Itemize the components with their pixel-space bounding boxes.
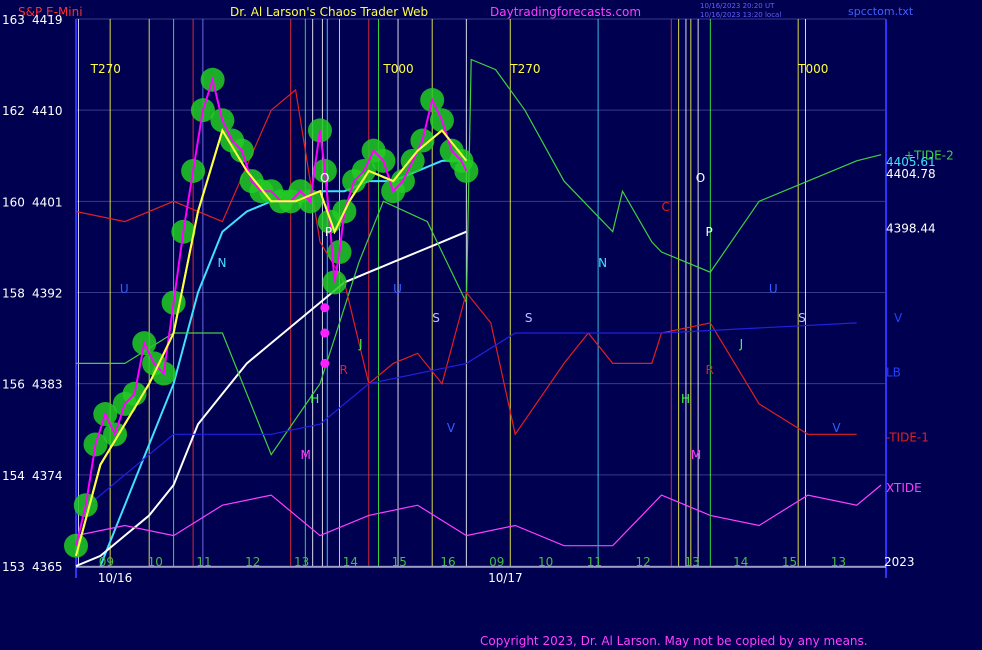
event-marker-label: H <box>310 392 319 406</box>
event-marker-label: J <box>739 337 744 351</box>
y-tick-right: 4374 <box>32 469 63 483</box>
hour-tick-label: 16 <box>440 555 455 569</box>
y-tick-left: 162 <box>2 104 25 118</box>
date-tick-label: 10/17 <box>488 571 523 585</box>
hour-tick-label: 11 <box>587 555 602 569</box>
event-marker-label: U <box>769 282 778 296</box>
hour-tick-label: 15 <box>782 555 797 569</box>
y-tick-left: 153 <box>2 560 25 574</box>
event-marker-label: R <box>339 363 347 377</box>
hour-tick-label: 12 <box>636 555 651 569</box>
hour-tick-label: 14 <box>733 555 748 569</box>
right-label: V <box>894 311 903 325</box>
event-marker-label: U <box>393 282 402 296</box>
right-label: -TIDE-1 <box>886 430 929 444</box>
hour-tick-label: 13 <box>831 555 846 569</box>
right-label: XTIDE <box>886 481 922 495</box>
event-marker-label: P <box>325 225 332 239</box>
hour-tick-label: 11 <box>196 555 211 569</box>
price-dot <box>320 358 330 368</box>
hour-tick-label: 09 <box>489 555 504 569</box>
y-tick-right: 4392 <box>32 287 63 301</box>
y-tick-right: 4365 <box>32 560 63 574</box>
event-marker-label: S <box>432 311 440 325</box>
y-tick-right: 4419 <box>32 13 63 27</box>
event-marker-label: P <box>705 225 712 239</box>
price-dot <box>320 303 330 313</box>
copyright-notice: Copyright 2023, Dr. Al Larson. May not b… <box>480 634 868 648</box>
date-tick-label: 10/16 <box>98 571 133 585</box>
event-marker-label: T270 <box>509 62 540 76</box>
y-tick-right: 4410 <box>32 104 63 118</box>
hour-tick-label: 13 <box>684 555 699 569</box>
event-marker-label: S <box>525 311 533 325</box>
event-marker-label: V <box>447 421 456 435</box>
y-tick-right: 4383 <box>32 378 63 392</box>
hour-tick-label: 13 <box>294 555 309 569</box>
y-tick-left: 156 <box>2 378 25 392</box>
price-dot <box>320 328 330 338</box>
hour-tick-label: 09 <box>99 555 114 569</box>
hour-tick-label: 14 <box>343 555 358 569</box>
event-marker-label: S <box>798 311 806 325</box>
hour-tick-label: 12 <box>245 555 260 569</box>
event-marker-label: M <box>691 448 701 462</box>
event-marker-label: T000 <box>382 62 413 76</box>
y-tick-left: 163 <box>2 13 25 27</box>
chaos-trader-chart: T270 T000 T270 T000N NO OP PS S SJ JH HM MCR RV VU U U … <box>2 13 954 585</box>
event-marker-label: T270 <box>90 62 121 76</box>
event-marker-label: N <box>218 256 227 270</box>
hour-tick-label: 10 <box>148 555 163 569</box>
right-label: 4398.44 <box>886 222 936 236</box>
hour-tick-label: 10 <box>538 555 553 569</box>
series-line-7 <box>75 484 882 547</box>
year-label: 2023 <box>884 555 915 569</box>
event-marker-label: R <box>705 363 713 377</box>
hour-tick-label: 15 <box>392 555 407 569</box>
y-tick-left: 160 <box>2 195 25 209</box>
event-marker-label: J <box>358 337 363 351</box>
event-marker-label: O <box>696 171 705 185</box>
y-tick-left: 154 <box>2 469 25 483</box>
event-marker-label: O <box>320 171 329 185</box>
event-marker-label: H <box>681 392 690 406</box>
event-marker-label: T000 <box>797 62 828 76</box>
right-label: LB <box>886 366 901 380</box>
y-tick-right: 4401 <box>32 195 63 209</box>
right-label: 4404.78 <box>886 167 936 181</box>
event-marker-label: M <box>300 448 310 462</box>
energy-glow-point <box>454 158 479 183</box>
event-marker-label: C <box>662 200 670 214</box>
event-marker-label: U <box>120 282 129 296</box>
price-series-line <box>75 76 468 546</box>
event-marker-label: N <box>598 256 607 270</box>
y-tick-left: 158 <box>2 287 25 301</box>
event-marker-label: V <box>832 421 841 435</box>
